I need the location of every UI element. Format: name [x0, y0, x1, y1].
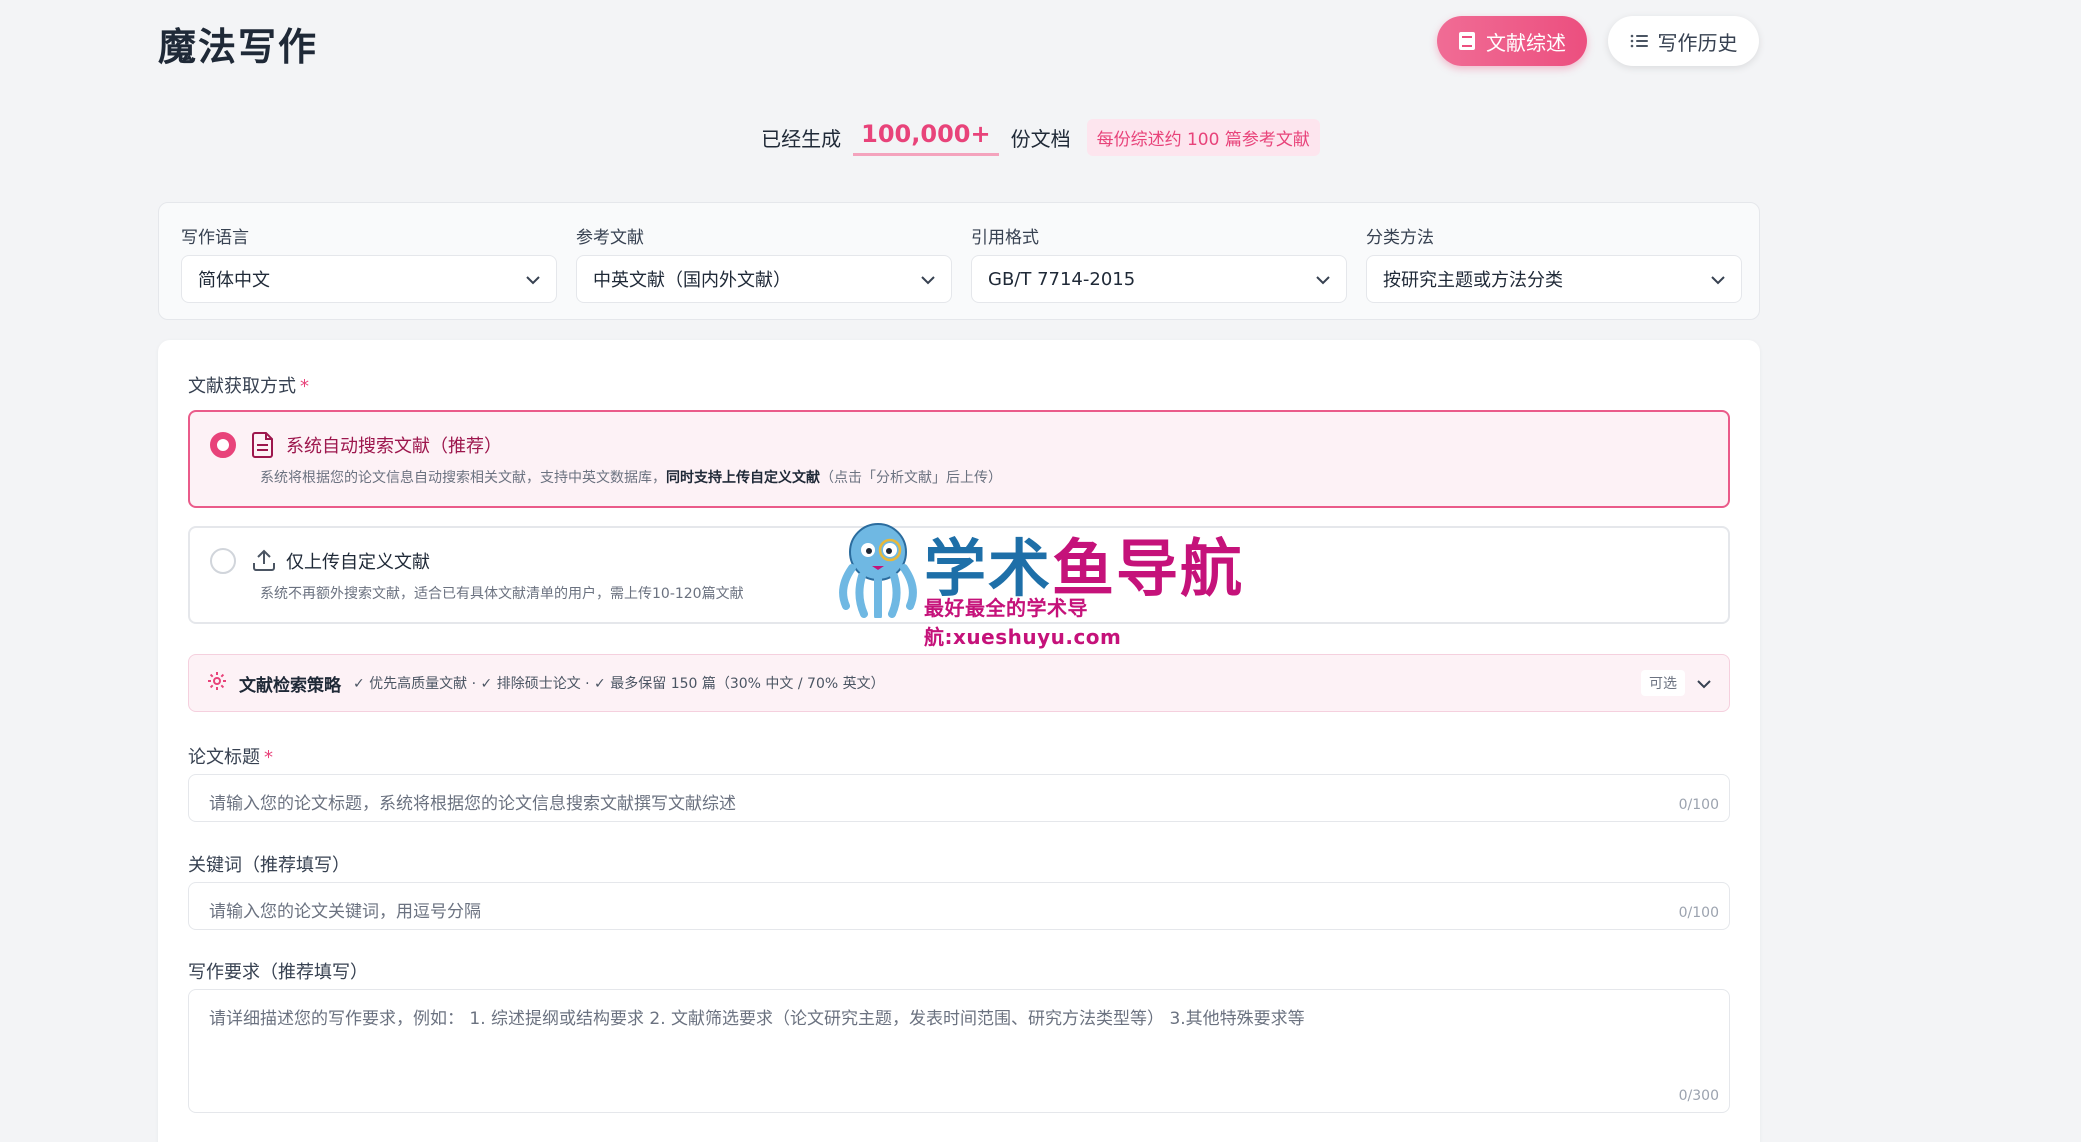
upload-icon	[252, 548, 276, 576]
writing-history-button[interactable]: 写作历史	[1608, 16, 1759, 66]
main-form: 文献获取方式 * 系统自动搜索文献（推荐） 系统将根据您的论文信息自动搜索相关文献…	[158, 340, 1760, 1142]
title-char-counter: 0/100	[1678, 797, 1719, 813]
classification-select[interactable]: 按研究主题或方法分类	[1366, 255, 1742, 303]
references-select[interactable]: 中英文献（国内外文献）	[576, 255, 952, 303]
references-value: 中英文献（国内外文献）	[593, 270, 791, 291]
stats-prefix: 已经生成	[761, 126, 842, 151]
citation-select[interactable]: GB/T 7714-2015	[971, 255, 1347, 303]
watermark-subtitle: 最好最全的学术导航:xueshuyu.com	[924, 596, 1122, 649]
settings-panel: 写作语言 简体中文 参考文献 中英文献（国内外文献） 引用格式 GB/T 771…	[158, 202, 1760, 320]
list-icon	[1630, 33, 1648, 49]
required-mark: *	[300, 376, 309, 397]
acquisition-label: 文献获取方式 *	[188, 372, 309, 398]
citation-label: 引用格式	[971, 228, 1039, 248]
classification-setting: 分类方法 按研究主题或方法分类	[1366, 223, 1742, 303]
strategy-title: 文献检索策略	[239, 675, 341, 696]
language-value: 简体中文	[198, 270, 270, 291]
references-label: 参考文献	[576, 228, 644, 248]
option-auto-search-title: 系统自动搜索文献（推荐）	[286, 436, 502, 457]
strategy-summary: ✓ 优先高质量文献 · ✓ 排除硕士论文 · ✓ 最多保留 150 篇（30% …	[353, 676, 885, 692]
requirements-textarea[interactable]: 请详细描述您的写作要求，例如： 1. 综述提纲或结构要求 2. 文献筛选要求（论…	[188, 989, 1730, 1113]
option-upload-only-title: 仅上传自定义文献	[286, 552, 430, 573]
desc-bold: 同时支持上传自定义文献	[666, 470, 820, 486]
desc-part2: （点击「分析文献」后上传）	[820, 470, 1002, 486]
writing-history-label: 写作历史	[1657, 30, 1738, 55]
keywords-char-counter: 0/100	[1678, 905, 1719, 921]
app-title: 魔法写作	[158, 25, 319, 69]
option-auto-search-desc: 系统将根据您的论文信息自动搜索相关文献，支持中英文数据库，同时支持上传自定义文献…	[260, 467, 1002, 487]
stats-suffix: 份文档	[1010, 126, 1071, 151]
citation-value: GB/T 7714-2015	[988, 268, 1136, 290]
keywords-input[interactable]: 请输入您的论文关键词，用逗号分隔 0/100	[188, 882, 1730, 930]
strategy-optional-tag: 可选	[1641, 670, 1685, 696]
acquisition-label-text: 文献获取方式	[188, 376, 296, 397]
chevron-down-icon	[921, 269, 935, 290]
chevron-down-icon	[526, 269, 540, 290]
stats-count: 100,000+	[853, 118, 999, 156]
keywords-field-label: 关键词（推荐填写）	[188, 855, 350, 876]
required-mark: *	[264, 747, 273, 768]
chevron-down-icon	[1316, 269, 1330, 290]
keywords-placeholder: 请输入您的论文关键词，用逗号分隔	[209, 902, 481, 922]
language-select[interactable]: 简体中文	[181, 255, 557, 303]
citation-setting: 引用格式 GB/T 7714-2015	[971, 223, 1347, 303]
requirements-char-counter: 0/300	[1678, 1088, 1719, 1104]
radio-upload-only[interactable]	[210, 548, 236, 574]
option-auto-search[interactable]: 系统自动搜索文献（推荐） 系统将根据您的论文信息自动搜索相关文献，支持中英文数据…	[188, 410, 1730, 508]
requirements-field-label: 写作要求（推荐填写）	[188, 962, 368, 983]
classification-label: 分类方法	[1366, 228, 1434, 248]
page: 魔法写作 文献综述 写作历史 已经生成 100,000+ 份文档 每份综述约 1…	[0, 0, 2081, 1142]
title-label-text: 论文标题	[188, 747, 260, 768]
desc-part1: 系统将根据您的论文信息自动搜索相关文献，支持中英文数据库，	[260, 470, 666, 486]
literature-review-button[interactable]: 文献综述	[1437, 16, 1587, 66]
language-label: 写作语言	[181, 228, 249, 248]
option-upload-only-desc: 系统不再额外搜索文献，适合已有具体文献清单的用户，需上传10-120篇文献	[260, 586, 744, 602]
paper-title-input[interactable]: 请输入您的论文标题，系统将根据您的论文信息搜索文献撰写文献综述 0/100	[188, 774, 1730, 822]
chevron-down-icon	[1711, 269, 1725, 290]
document-icon	[252, 432, 274, 462]
references-setting: 参考文献 中英文献（国内外文献）	[576, 223, 952, 303]
generation-stats: 已经生成 100,000+ 份文档 每份综述约 100 篇参考文献	[0, 117, 2081, 157]
literature-review-label: 文献综述	[1486, 30, 1566, 55]
radio-auto-search[interactable]	[210, 432, 236, 458]
title-placeholder: 请输入您的论文标题，系统将根据您的论文信息搜索文献撰写文献综述	[209, 794, 736, 814]
stats-badge: 每份综述约 100 篇参考文献	[1086, 118, 1320, 156]
requirements-placeholder: 请详细描述您的写作要求，例如： 1. 综述提纲或结构要求 2. 文献筛选要求（论…	[209, 1009, 1305, 1029]
book-icon	[1458, 31, 1476, 51]
gear-icon	[207, 671, 227, 695]
classification-value: 按研究主题或方法分类	[1383, 270, 1563, 291]
chevron-down-icon[interactable]	[1697, 674, 1711, 693]
language-setting: 写作语言 简体中文	[181, 223, 557, 303]
search-strategy-bar[interactable]: 文献检索策略 ✓ 优先高质量文献 · ✓ 排除硕士论文 · ✓ 最多保留 150…	[188, 654, 1730, 712]
watermark: 学术鱼导航 最好最全的学术导航:xueshuyu.com	[832, 518, 1252, 649]
title-field-label: 论文标题 *	[188, 743, 273, 769]
